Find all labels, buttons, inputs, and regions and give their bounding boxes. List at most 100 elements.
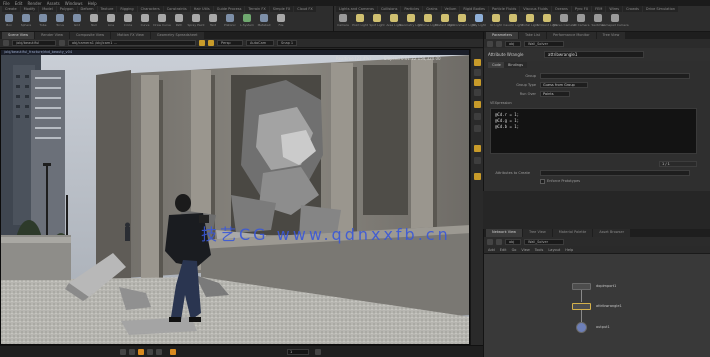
guide-icon[interactable] [474,125,481,132]
pane-tab[interactable]: Performance Monitor [547,32,596,39]
shelf-tool[interactable]: Switcher [591,13,605,31]
scene-viewport[interactable]: /obj/beautiful_fracture/rbd_beauty_v04 R… [0,49,470,345]
shelf-tool[interactable]: Sky Light [472,13,486,31]
shelf-tool[interactable]: Camera [336,13,350,31]
pane-tab[interactable]: Material Palette [552,229,593,237]
param-path-segment[interactable]: obj [505,40,521,47]
camera-path-field[interactable]: obj/camera1 /obj/cam1 ... [68,40,196,46]
lock-camera-icon[interactable] [199,40,205,46]
network-menu-item[interactable]: Go [512,248,517,252]
shading-icon[interactable] [474,79,481,86]
ghost-icon[interactable] [474,59,481,66]
pane-tab[interactable]: Tree View [596,32,626,39]
shelf-tool[interactable]: Ambient Light [536,13,558,31]
pane-tab[interactable]: Motion FX View [111,32,150,39]
network-menu-item[interactable]: Help [565,248,573,252]
network-menu-item[interactable]: Tools [535,248,544,252]
pin-icon[interactable] [59,40,65,46]
pane-tab[interactable]: Take List [519,32,547,39]
back-icon[interactable] [3,40,9,46]
shelf-tab[interactable]: Guide Process [213,6,245,12]
pane-tab[interactable]: Scene View [2,32,35,39]
menu-item-file[interactable]: File [3,1,10,6]
shelf-tab[interactable]: Drive Simulation [642,6,679,12]
pane-tab[interactable]: Network View [486,229,523,237]
shelf-tab[interactable]: Deform [77,6,97,12]
shelf-tab[interactable]: Pyro FX [571,6,592,12]
network-menu-item[interactable]: Add [488,248,495,252]
shelf-tab[interactable]: Modify [20,6,39,12]
play-icon[interactable] [138,349,144,355]
shelf-tab[interactable]: Rigging [117,6,137,12]
shelf-tab[interactable]: Particles [401,6,423,12]
shelf-tab[interactable]: Vellum [441,6,460,12]
lighting-icon[interactable] [474,89,481,96]
shelf-tool[interactable]: Text [206,13,220,31]
grid-icon[interactable] [474,113,481,120]
network-menu-item[interactable]: View [521,248,529,252]
node-body[interactable] [576,322,587,333]
shelf-tab[interactable]: Cloud FX [294,6,316,12]
shelf-tab[interactable]: Model [39,6,56,12]
shelf-tab[interactable]: Viscous Fluids [520,6,551,12]
shelf-tool[interactable]: Sphere [19,13,33,31]
enforce-prototypes-checkbox[interactable] [540,179,545,184]
shelf-tool[interactable]: L-System [240,13,254,31]
shelf-tab[interactable]: Create [2,6,20,12]
shelf-tool[interactable]: Portal Light [521,13,539,31]
shelf-tab[interactable]: Rigid Bodies [460,6,489,12]
shelf-tool[interactable]: Metaball [257,13,271,31]
view-menu[interactable]: Persp [217,40,243,46]
shelf-tool[interactable]: Area Light [386,13,402,31]
node-name-field[interactable]: attribwrangle1 [544,51,644,58]
shelf-tab[interactable]: Terrain FX [245,6,269,12]
menu-item-assets[interactable]: Assets [47,1,60,6]
shelf-tool[interactable]: Volume Light [418,13,438,31]
pane-tab[interactable]: Parameters [486,32,519,39]
shelf-tool[interactable]: Platonic [223,13,237,31]
shelf-tab[interactable]: Texture [97,6,117,12]
shelf-tool[interactable]: Curve [138,13,152,31]
shelf-tool[interactable]: Line [104,13,118,31]
shelf-tool[interactable]: Draw Curve [153,13,171,31]
network-menu-item[interactable]: Edit [500,248,507,252]
snapshot-icon[interactable] [474,145,481,152]
frame-field[interactable]: 1 [287,349,309,355]
step-forward-icon[interactable] [147,349,153,355]
shelf-tab[interactable]: Constraints [163,6,190,12]
net-node-segment[interactable]: Wall_Solver [524,238,564,245]
shelf-tab[interactable]: Wires [606,6,623,12]
shelf-tab[interactable]: Hair Utils [190,6,213,12]
net-path-segment[interactable]: obj [505,238,521,245]
shelf-tab[interactable]: Characters [137,6,163,12]
step-back-icon[interactable] [129,349,135,355]
pane-tab[interactable]: Composite View [69,32,111,39]
shelf-tool[interactable]: Environment Light [448,13,476,31]
menu-item-help[interactable]: Help [88,1,97,6]
shelf-tab[interactable]: Lights and Cameras [336,6,377,12]
node-body[interactable] [572,303,591,310]
shelf-tool[interactable]: Grid [70,13,84,31]
audio-icon[interactable] [315,349,321,355]
attrib-create-field[interactable] [540,170,690,176]
shelf-tool[interactable]: GI Light [489,13,503,31]
menu-item-edit[interactable]: Edit [15,1,23,6]
shelf-tab[interactable]: Collisions [377,6,401,12]
shelf-tab[interactable]: Oceans [551,6,571,12]
pane-tab[interactable]: Tree View [523,229,552,237]
menu-item-windows[interactable]: Windows [65,1,83,6]
shelf-tool[interactable]: Torus [53,13,67,31]
shelf-tool[interactable]: Spot Light [369,13,385,31]
shelf-tool[interactable]: Stereo Camera [553,13,575,31]
flipbook-icon[interactable] [474,157,481,164]
display-options-icon[interactable] [208,40,214,46]
shelf-tab[interactable]: Particle Fluids [489,6,520,12]
pane-tab[interactable]: Geometry Spreadsheet [150,32,204,39]
param-tab-bindings[interactable]: Bindings [504,62,528,68]
camera-menu[interactable]: AutoCam [246,40,274,46]
shelf-tool[interactable]: Caustic Light [503,13,523,31]
shelf-tool[interactable]: File [274,13,288,31]
wireframe-icon[interactable] [474,69,481,76]
menu-item-render[interactable]: Render [27,1,41,6]
shelf-tool[interactable]: Circle [121,13,135,31]
